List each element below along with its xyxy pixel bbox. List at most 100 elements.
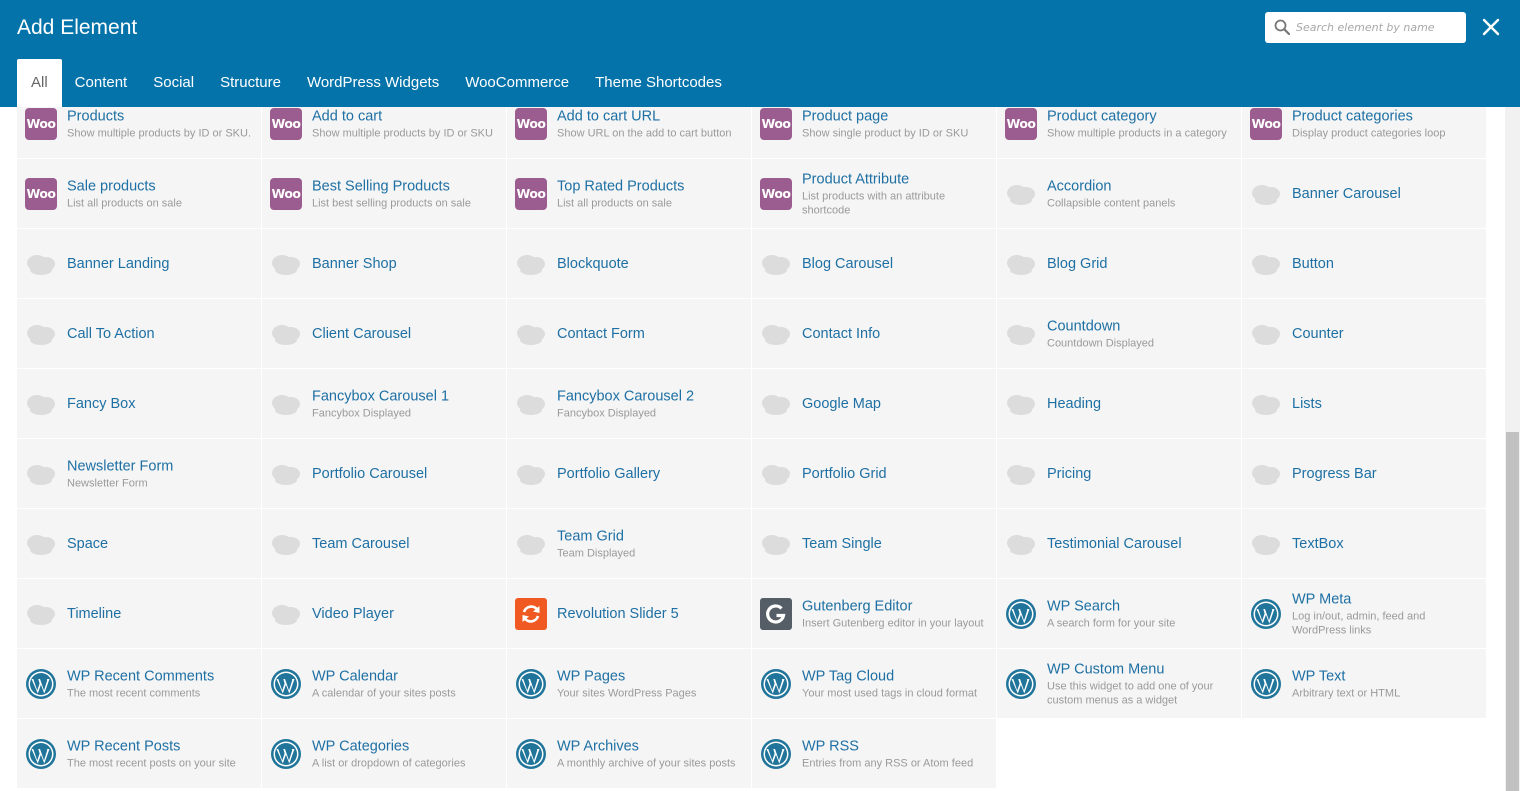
search-input[interactable]: [1296, 18, 1461, 37]
element-description: Show multiple products by ID or SKU: [312, 127, 493, 139]
element-item-blog-carousel[interactable]: Blog Carousel: [752, 229, 997, 299]
wordpress-icon: [1250, 598, 1282, 630]
element-name: Button: [1292, 255, 1334, 272]
element-item-portfolio-grid[interactable]: Portfolio Grid: [752, 439, 997, 509]
element-item-client-carousel[interactable]: Client Carousel: [262, 299, 507, 369]
element-name: Fancybox Carousel 1: [312, 388, 450, 404]
element-item-contact-info[interactable]: Contact Info: [752, 299, 997, 369]
element-name: WP Calendar: [312, 668, 398, 684]
element-item-gutenberg-editor[interactable]: Gutenberg Editor Insert Gutenberg editor …: [752, 579, 997, 649]
element-description: Your sites WordPress Pages: [557, 687, 697, 699]
close-icon[interactable]: [1480, 16, 1502, 38]
element-description: Collapsible content panels: [1047, 197, 1176, 209]
element-description: Show URL on the add to cart button: [557, 127, 732, 139]
element-name: WP Recent Posts: [67, 738, 181, 754]
element-item-heading[interactable]: Heading: [997, 369, 1242, 439]
element-item-pricing[interactable]: Pricing: [997, 439, 1242, 509]
tab-structure[interactable]: Structure: [207, 59, 294, 107]
tab-woocommerce[interactable]: WooCommerce: [452, 59, 582, 107]
tab-content[interactable]: Content: [62, 59, 141, 107]
element-item-portfolio-carousel[interactable]: Portfolio Carousel: [262, 439, 507, 509]
element-item-revolution-slider-5[interactable]: Revolution Slider 5: [507, 579, 752, 649]
element-item-timeline[interactable]: Timeline: [17, 579, 262, 649]
element-item-team-single[interactable]: Team Single: [752, 509, 997, 579]
element-item-lists[interactable]: Lists: [1242, 369, 1487, 439]
element-item-sale-products[interactable]: Woo Sale products List all products on sal…: [17, 159, 262, 229]
element-item-button[interactable]: Button: [1242, 229, 1487, 299]
element-item-add-to-cart-url[interactable]: Woo Add to cart URL Show URL on the add to…: [507, 107, 752, 159]
element-item-newsletter-form[interactable]: Newsletter Form Newsletter Form: [17, 439, 262, 509]
element-name: Gutenberg Editor: [802, 598, 913, 614]
element-item-portfolio-gallery[interactable]: Portfolio Gallery: [507, 439, 752, 509]
element-item-wp-custom-menu[interactable]: WP Custom Menu Use this widget to add one…: [997, 649, 1242, 719]
element-item-countdown[interactable]: Countdown Countdown Displayed: [997, 299, 1242, 369]
cloud-icon: [1250, 528, 1282, 560]
element-item-testimonial-carousel[interactable]: Testimonial Carousel: [997, 509, 1242, 579]
element-name: Contact Info: [802, 325, 881, 342]
wordpress-icon: [515, 668, 547, 700]
cloud-icon: [1005, 528, 1037, 560]
element-name: Accordion: [1047, 178, 1112, 194]
cloud-icon: [760, 248, 792, 280]
element-item-top-rated-products[interactable]: Woo Top Rated Products List all products o…: [507, 159, 752, 229]
element-item-wp-tag-cloud[interactable]: WP Tag Cloud Your most used tags in cloud…: [752, 649, 997, 719]
element-name: Google Map: [802, 395, 881, 412]
element-item-add-to-cart[interactable]: Woo Add to cart Show multiple products by …: [262, 107, 507, 159]
element-item-google-map[interactable]: Google Map: [752, 369, 997, 439]
tab-all[interactable]: All: [17, 59, 62, 107]
element-item-call-to-action[interactable]: Call To Action: [17, 299, 262, 369]
element-item-product-page[interactable]: Woo Product page Show single product by ID…: [752, 107, 997, 159]
element-item-textbox[interactable]: TextBox: [1242, 509, 1487, 579]
element-item-team-carousel[interactable]: Team Carousel: [262, 509, 507, 579]
element-description: A list or dropdown of categories: [312, 757, 466, 769]
element-name: WP Recent Comments: [67, 668, 215, 684]
search-box[interactable]: [1265, 12, 1466, 43]
tab-social[interactable]: Social: [140, 59, 207, 107]
scrollbar-thumb[interactable]: [1506, 432, 1519, 791]
element-item-products[interactable]: Woo Products Show multiple products by ID …: [17, 107, 262, 159]
element-item-wp-search[interactable]: WP Search A search form for your site: [997, 579, 1242, 649]
element-name: WP Categories: [312, 738, 410, 754]
element-item-fancybox-carousel-1[interactable]: Fancybox Carousel 1 Fancybox Displayed: [262, 369, 507, 439]
element-name: WP Text: [1292, 668, 1346, 684]
element-item-team-grid[interactable]: Team Grid Team Displayed: [507, 509, 752, 579]
cloud-icon: [1250, 388, 1282, 420]
element-item-wp-recent-comments[interactable]: WP Recent Comments The most recent commen…: [17, 649, 262, 719]
element-item-best-selling-products[interactable]: Woo Best Selling Products List best sellin…: [262, 159, 507, 229]
element-item-accordion[interactable]: Accordion Collapsible content panels: [997, 159, 1242, 229]
element-item-fancybox-carousel-2[interactable]: Fancybox Carousel 2 Fancybox Displayed: [507, 369, 752, 439]
element-item-space[interactable]: Space: [17, 509, 262, 579]
element-item-banner-carousel[interactable]: Banner Carousel: [1242, 159, 1487, 229]
element-description: Team Displayed: [557, 547, 636, 559]
element-item-wp-calendar[interactable]: WP Calendar A calendar of your sites post…: [262, 649, 507, 719]
element-item-product-categories[interactable]: Woo Product categories Display product cat…: [1242, 107, 1487, 159]
element-item-wp-text[interactable]: WP Text Arbitrary text or HTML: [1242, 649, 1487, 719]
element-item-wp-pages[interactable]: WP Pages Your sites WordPress Pages: [507, 649, 752, 719]
element-item-progress-bar[interactable]: Progress Bar: [1242, 439, 1487, 509]
element-item-product-attribute[interactable]: Woo Product Attribute List products with a…: [752, 159, 997, 229]
wordpress-icon: [270, 668, 302, 700]
element-item-fancy-box[interactable]: Fancy Box: [17, 369, 262, 439]
element-name: WP RSS: [802, 738, 859, 754]
element-item-blockquote[interactable]: Blockquote: [507, 229, 752, 299]
element-item-wp-meta[interactable]: WP Meta Log in/out, admin, feed and WordP…: [1242, 579, 1487, 649]
cloud-icon: [515, 388, 547, 420]
element-item-banner-landing[interactable]: Banner Landing: [17, 229, 262, 299]
element-description: A calendar of your sites posts: [312, 687, 456, 699]
element-item-counter[interactable]: Counter: [1242, 299, 1487, 369]
element-item-wp-recent-posts[interactable]: WP Recent Posts The most recent posts on …: [17, 719, 262, 789]
tab-wordpress-widgets[interactable]: WordPress Widgets: [294, 59, 452, 107]
element-item-contact-form[interactable]: Contact Form: [507, 299, 752, 369]
element-item-wp-rss[interactable]: WP RSS Entries from any RSS or Atom feed: [752, 719, 997, 789]
element-description: Arbitrary text or HTML: [1292, 687, 1401, 699]
element-item-blog-grid[interactable]: Blog Grid: [997, 229, 1242, 299]
element-item-banner-shop[interactable]: Banner Shop: [262, 229, 507, 299]
element-item-product-category[interactable]: Woo Product category Show multiple product…: [997, 107, 1242, 159]
modal-title: Add Element: [17, 16, 138, 39]
element-item-video-player[interactable]: Video Player: [262, 579, 507, 649]
element-item-wp-archives[interactable]: WP Archives A monthly archive of your sit…: [507, 719, 752, 789]
tab-theme-shortcodes[interactable]: Theme Shortcodes: [582, 59, 735, 107]
element-description: List products with an attribute shortcod…: [802, 190, 946, 216]
element-name: Product page: [802, 108, 889, 124]
element-item-wp-categories[interactable]: WP Categories A list or dropdown of categ…: [262, 719, 507, 789]
